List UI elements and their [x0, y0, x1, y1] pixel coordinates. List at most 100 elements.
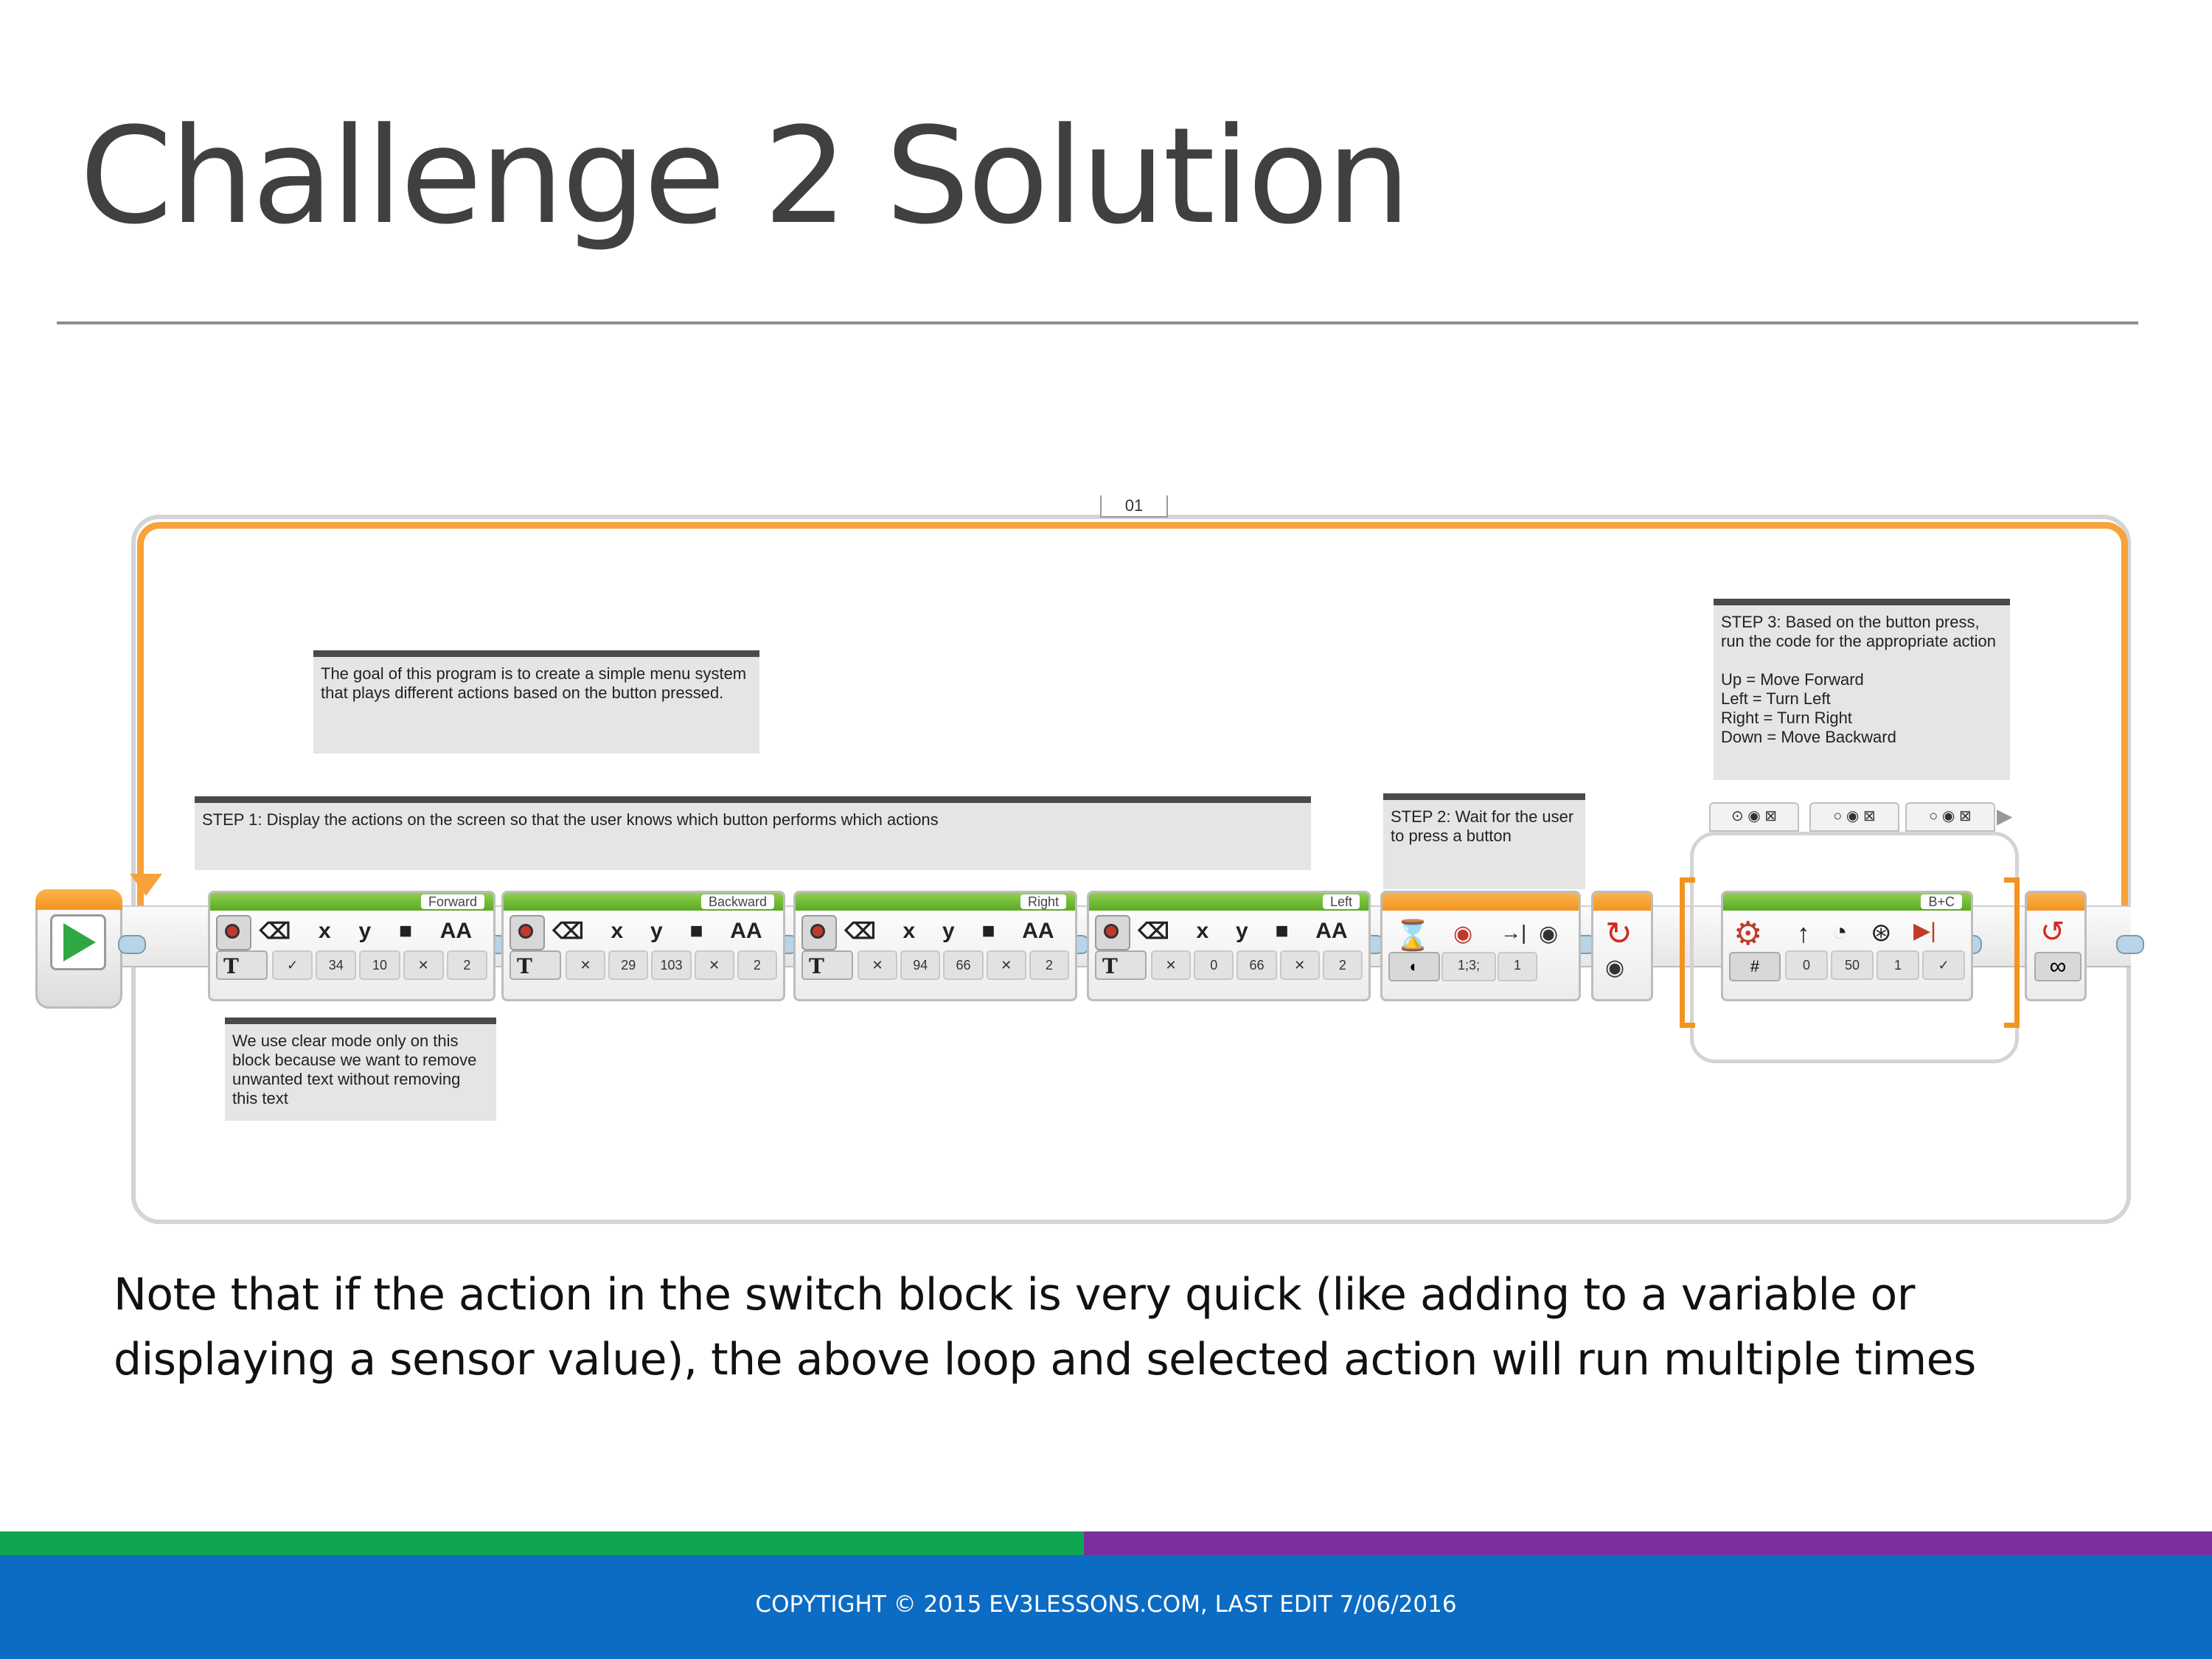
- compare-icon: →|: [1500, 921, 1527, 944]
- brick-button-icon: ◉: [1605, 956, 1625, 980]
- title-divider: [57, 321, 2138, 324]
- power-icon: ◔: [1832, 918, 1848, 946]
- comment-step1[interactable]: STEP 1: Display the actions on the scree…: [195, 796, 1311, 870]
- y-param[interactable]: 10: [359, 950, 400, 980]
- x-param[interactable]: 29: [608, 950, 649, 980]
- y-param[interactable]: 103: [651, 950, 692, 980]
- x-param[interactable]: 94: [900, 950, 941, 980]
- display-block-backward[interactable]: Backward ⌫ x y ■ AA T ✕ 29 103 ✕ 2: [501, 891, 785, 1001]
- x-param-icon: x: [902, 919, 916, 943]
- display-block-label: Right: [1020, 894, 1066, 909]
- clear-param[interactable]: ✓: [272, 950, 313, 980]
- size-param[interactable]: 2: [737, 950, 778, 980]
- note-text: Note that if the action in the switch bl…: [114, 1269, 1976, 1385]
- switch-case-tab[interactable]: ○ ◉ ⊠: [1809, 802, 1899, 832]
- loop-return-arrow-icon: [130, 874, 162, 896]
- button-id-icon: ◉: [1539, 922, 1559, 946]
- loop-name-label[interactable]: 01: [1100, 495, 1168, 518]
- play-icon: [63, 923, 96, 961]
- wait-block[interactable]: ⌛ ◉ →| ◉ ◐ 1;3; 1: [1380, 891, 1581, 1001]
- switch-block-header: [1593, 893, 1651, 911]
- clear-param[interactable]: ✕: [858, 950, 898, 980]
- font-size-icon: AA: [1315, 919, 1348, 943]
- comment-clear-mode[interactable]: We use clear mode only on this block bec…: [225, 1018, 496, 1121]
- font-size-icon: AA: [439, 919, 473, 943]
- color-param[interactable]: ✕: [986, 950, 1026, 980]
- font-size-icon: AA: [1022, 919, 1054, 943]
- switch-wire-left: [1680, 877, 1695, 1028]
- display-block-forward[interactable]: Forward ⌫ x y ■ AA T ✓ 34 10 ✕ 2: [208, 891, 495, 1001]
- display-block-right[interactable]: Right ⌫ x y ■ AA T ✕ 94 66 ✕ 2: [793, 891, 1077, 1001]
- clear-param[interactable]: ✕: [1151, 950, 1192, 980]
- text-mode-icon[interactable]: T: [216, 950, 268, 980]
- x-param-icon: x: [611, 919, 624, 943]
- footer-bar-purple: [1084, 1531, 2212, 1555]
- x-param[interactable]: 34: [316, 950, 357, 980]
- move-mode-icon[interactable]: #: [1729, 952, 1781, 981]
- wait-mode-icon[interactable]: ◐: [1388, 952, 1440, 981]
- sequence-connector: [2116, 935, 2144, 954]
- footer-copyright: COPYTIGHT © 2015 EV3LESSONS.COM, LAST ED…: [755, 1591, 1457, 1618]
- start-block-header: [35, 889, 122, 910]
- text-mode-icon[interactable]: T: [801, 950, 853, 980]
- switch-wire-right: [2004, 877, 2020, 1028]
- switch-case-tab[interactable]: ⊙ ◉ ⊠: [1709, 802, 1799, 832]
- display-block-left[interactable]: Left ⌫ x y ■ AA T ✕ 0 66 ✕ 2: [1087, 891, 1371, 1001]
- display-block-header: Forward: [210, 893, 493, 911]
- display-block-header: Backward: [504, 893, 783, 911]
- color-icon: ■: [398, 919, 412, 943]
- y-param[interactable]: 66: [943, 950, 984, 980]
- display-param-icons: ⌫ x y ■ AA: [831, 915, 1068, 947]
- display-param-icons: ⌫ x y ■ AA: [246, 915, 486, 947]
- display-block-label: Left: [1322, 894, 1360, 909]
- comment-goal[interactable]: The goal of this program is to create a …: [313, 650, 759, 754]
- clear-param[interactable]: ✕: [566, 950, 606, 980]
- comment-step2[interactable]: STEP 2: Wait for the user to press a but…: [1383, 793, 1585, 889]
- size-param[interactable]: 2: [1029, 950, 1070, 980]
- footer-bar-green: [0, 1531, 1084, 1555]
- steer-param[interactable]: 0: [1785, 950, 1828, 980]
- power-param[interactable]: 50: [1831, 950, 1874, 980]
- slide-title: Challenge 2 Solution: [80, 100, 1411, 254]
- color-param[interactable]: ✕: [694, 950, 734, 980]
- wait-ports-param[interactable]: 1;3;: [1441, 952, 1496, 981]
- color-param[interactable]: ✕: [403, 950, 444, 980]
- clear-icon: ⌫: [1138, 919, 1169, 944]
- size-param[interactable]: 2: [1322, 950, 1363, 980]
- x-param[interactable]: 0: [1194, 950, 1234, 980]
- text-mode-icon[interactable]: T: [509, 950, 561, 980]
- brake-icon: ▶|: [1913, 919, 1936, 943]
- y-param-icon: y: [942, 919, 955, 943]
- rotations-param[interactable]: 1: [1877, 950, 1919, 980]
- hourglass-icon: ⌛: [1394, 919, 1431, 952]
- rotations-icon: ⊛: [1871, 919, 1892, 947]
- color-icon: ■: [689, 919, 703, 943]
- loop-count-mode[interactable]: ∞: [2034, 952, 2081, 981]
- switch-case-tab[interactable]: ○ ◉ ⊠: [1905, 802, 1995, 832]
- display-block-label: Backward: [700, 894, 774, 909]
- size-param[interactable]: 2: [446, 950, 488, 980]
- loop-end-header: [2027, 893, 2084, 911]
- clear-icon: ⌫: [259, 919, 291, 944]
- brake-param[interactable]: ✓: [1922, 950, 1965, 980]
- comment-step3[interactable]: STEP 3: Based on the button press, run t…: [1714, 599, 2010, 780]
- wait-value-param[interactable]: 1: [1498, 952, 1537, 981]
- steer-arrow-icon: ↑: [1797, 918, 1810, 948]
- y-param[interactable]: 66: [1237, 950, 1277, 980]
- display-param-icons: ⌫ x y ■ AA: [1124, 915, 1361, 947]
- move-steering-block[interactable]: B+C ⚙ ↑ ◔ ⊛ ▶| # 0 50 1 ✓: [1721, 891, 1973, 1001]
- display-block-header: Left: [1089, 893, 1368, 911]
- switch-block[interactable]: ↻ ◉: [1591, 891, 1653, 1001]
- sequence-connector: [118, 935, 146, 954]
- color-icon: ■: [981, 919, 995, 943]
- steering-motor-icon: ⚙: [1733, 916, 1763, 952]
- font-size-icon: AA: [730, 919, 762, 943]
- color-param[interactable]: ✕: [1279, 950, 1320, 980]
- more-cases-arrow-icon[interactable]: ▶: [1997, 804, 2013, 828]
- move-block-ports-label: B+C: [1921, 894, 1962, 909]
- text-mode-icon[interactable]: T: [1095, 950, 1147, 980]
- clear-icon: ⌫: [844, 919, 876, 944]
- loop-end-block[interactable]: ↺ ∞: [2025, 891, 2087, 1001]
- display-block-header: Right: [796, 893, 1075, 911]
- x-param-icon: x: [1196, 919, 1209, 943]
